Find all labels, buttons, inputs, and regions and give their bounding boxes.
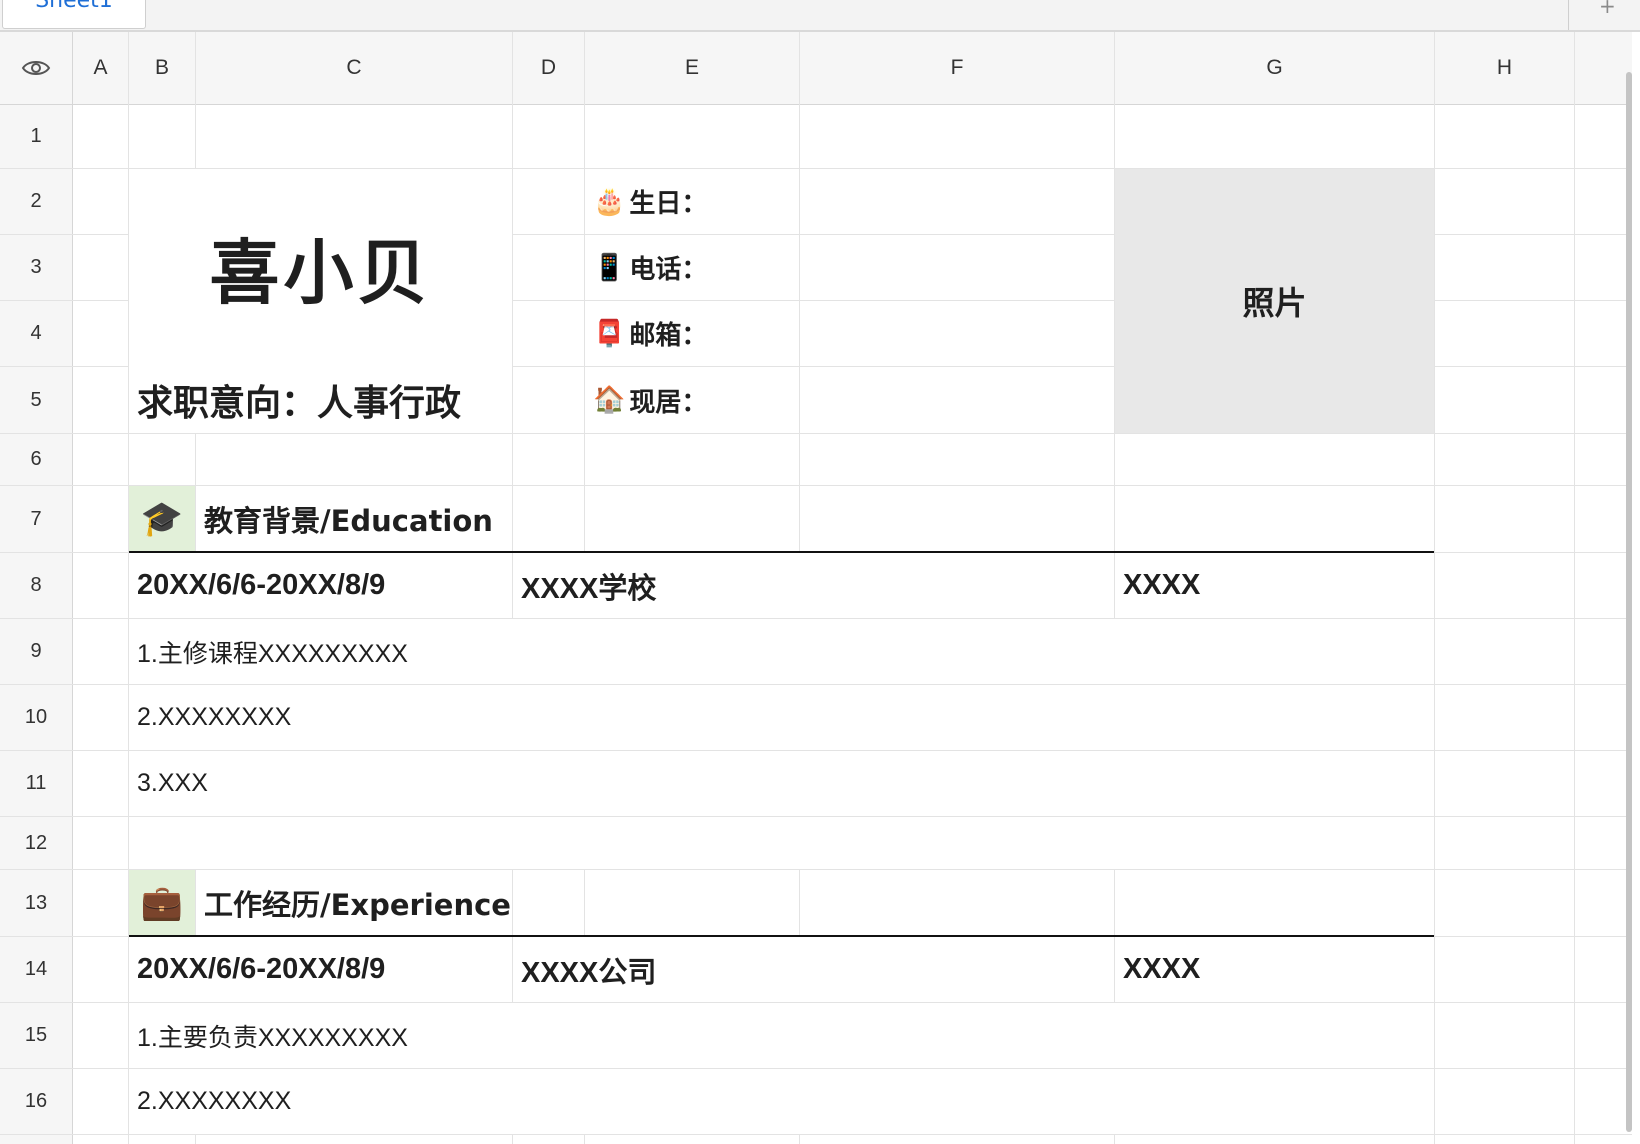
row-header-11[interactable]: 11 (0, 751, 73, 816)
select-all-corner[interactable] (0, 32, 73, 105)
mobile-phone-icon: 📱 (593, 252, 626, 283)
row-header-4[interactable]: 4 (0, 301, 73, 366)
row-header-2[interactable]: 2 (0, 169, 73, 234)
info-birthday-label: 生日： (629, 189, 708, 219)
education-item[interactable]: 2.XXXXXXXX (129, 685, 1434, 750)
column-header-a[interactable]: A (73, 32, 128, 105)
photo-placeholder[interactable]: 照片 (1115, 169, 1434, 433)
row-header-3[interactable]: 3 (0, 235, 73, 300)
education-major[interactable]: XXXX (1115, 553, 1434, 618)
row-header-5[interactable]: 5 (0, 367, 73, 433)
column-header-b[interactable]: B (129, 32, 195, 105)
row-header-12[interactable]: 12 (0, 817, 73, 869)
eye-icon[interactable] (21, 58, 51, 78)
sheet-tab[interactable]: Sheet1 (2, 0, 146, 29)
graduation-cap-icon: 🎓 (129, 486, 195, 552)
column-header-d[interactable]: D (513, 32, 584, 105)
info-phone[interactable]: 📱 电话： (585, 235, 799, 300)
info-address-label: 现居： (629, 387, 708, 418)
add-sheet-area[interactable]: + (1568, 0, 1640, 30)
spreadsheet-grid[interactable]: A B C D E F G H 1 2 3 4 5 6 7 8 9 10 11 … (0, 32, 1632, 1144)
column-header-g[interactable]: G (1115, 32, 1434, 105)
education-title[interactable]: 教育背景/Education (196, 486, 512, 552)
house-icon: 🏠 (593, 385, 626, 415)
education-item[interactable]: 1.主修课程XXXXXXXXX (129, 619, 1434, 684)
row-header-1[interactable]: 1 (0, 105, 73, 168)
postbox-icon: 📮 (593, 318, 626, 349)
experience-item[interactable]: 2.XXXXXXXX (129, 1069, 1434, 1134)
column-header-f[interactable]: F (800, 32, 1114, 105)
row-header-9[interactable]: 9 (0, 619, 73, 684)
row-header-6[interactable]: 6 (0, 434, 73, 485)
briefcase-icon: 💼 (129, 870, 195, 936)
birthday-cake-icon: 🎂 (593, 186, 626, 217)
info-address[interactable]: 🏠 现居： (585, 367, 799, 433)
info-email-label: 邮箱： (629, 321, 708, 351)
experience-item[interactable]: 1.主要负责XXXXXXXXX (129, 1003, 1434, 1068)
education-item[interactable]: 3.XXX (129, 751, 1434, 816)
experience-title[interactable]: 工作经历/Experience (196, 870, 512, 936)
row-header-15[interactable]: 15 (0, 1003, 73, 1068)
row-header-17 (0, 1135, 73, 1144)
info-phone-label: 电话： (629, 255, 708, 285)
column-header-c[interactable]: C (196, 32, 512, 105)
add-sheet-button[interactable]: + (1599, 0, 1616, 18)
experience-position[interactable]: XXXX (1115, 937, 1434, 1002)
column-header-e[interactable]: E (585, 32, 799, 105)
experience-period[interactable]: 20XX/6/6-20XX/8/9 (129, 937, 512, 1002)
row-header-10[interactable]: 10 (0, 685, 73, 750)
info-email[interactable]: 📮 邮箱： (585, 301, 799, 366)
column-header-blank (1575, 32, 1632, 105)
row-header-8[interactable]: 8 (0, 553, 73, 618)
education-school[interactable]: XXXX学校 (513, 553, 1114, 618)
education-period[interactable]: 20XX/6/6-20XX/8/9 (129, 553, 512, 618)
row-header-13[interactable]: 13 (0, 870, 73, 936)
row-header-7[interactable]: 7 (0, 486, 73, 552)
job-intent[interactable]: 求职意向：人事行政 (129, 367, 512, 433)
row-header-14[interactable]: 14 (0, 937, 73, 1002)
resume-name[interactable]: 喜小贝 (129, 169, 512, 366)
experience-company[interactable]: XXXX公司 (513, 937, 1114, 1002)
column-header-h[interactable]: H (1435, 32, 1574, 105)
row-header-16[interactable]: 16 (0, 1069, 73, 1134)
vertical-scrollbar[interactable] (1626, 72, 1632, 1132)
info-birthday[interactable]: 🎂 生日： (585, 169, 799, 234)
sheet-tab-bar: Sheet1 + (0, 0, 1640, 32)
